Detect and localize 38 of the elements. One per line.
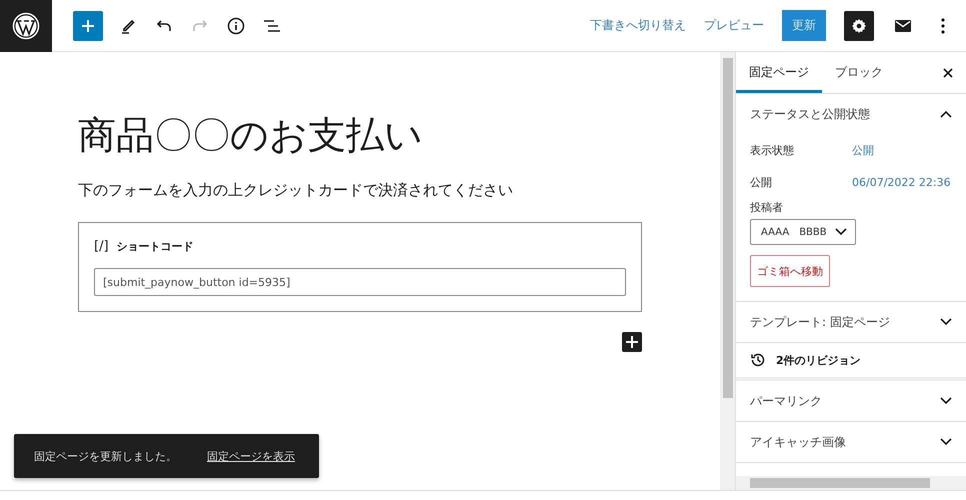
logo-tile[interactable] — [0, 0, 52, 52]
snackbar-message: 固定ページを更新しました。 — [34, 448, 177, 464]
field-label: 公開 — [750, 174, 773, 190]
plus-icon — [81, 18, 95, 32]
chevron-up-icon — [940, 110, 952, 118]
trash-button[interactable]: ゴミ箱へ移動 — [750, 255, 830, 287]
author-label: 投稿者 — [750, 200, 784, 215]
add-block-button[interactable] — [622, 332, 642, 352]
chevron-down-icon — [835, 228, 847, 236]
toolbar-link[interactable]: 下書きへ切り替え — [590, 17, 686, 34]
sidebar-tab[interactable]: 固定ページ — [736, 52, 822, 93]
panel-header[interactable]: パーマリンク — [736, 381, 966, 421]
page-title[interactable]: 商品〇〇のお支払い — [78, 110, 642, 161]
panel-header[interactable]: アイキャッチ画像 — [736, 422, 966, 462]
toolbar-link[interactable]: プレビュー — [704, 17, 764, 34]
paragraph-text[interactable]: 下のフォームを入力の上クレジットカードで決済されてください — [78, 181, 642, 200]
shortcode-input[interactable]: [submit_paynow_button id=5935] — [94, 268, 626, 296]
revisions-link[interactable]: 2件のリビジョン — [736, 343, 966, 381]
author-select[interactable]: AAAA BBBB — [750, 219, 856, 245]
shortcode-icon: [/] — [94, 239, 109, 254]
gear-icon — [851, 18, 867, 34]
block-label: ショートコード — [116, 239, 194, 254]
sidebar-tab[interactable]: ブロック — [822, 52, 896, 93]
scrollbar[interactable] — [736, 476, 966, 490]
chevron-down-icon — [940, 397, 952, 405]
field-value-link[interactable]: 06/07/2022 22:36 — [852, 176, 951, 188]
history-icon — [750, 352, 766, 368]
field-label: 表示状態 — [750, 142, 795, 158]
panel-header[interactable]: ステータスと公開状態 — [736, 94, 966, 134]
chevron-down-icon — [940, 438, 952, 446]
chevron-down-icon — [940, 318, 952, 326]
wordpress-logo-icon — [12, 12, 40, 40]
scrollbar[interactable] — [720, 52, 735, 490]
field-value-link[interactable]: 公開 — [852, 142, 874, 158]
plus-icon — [626, 336, 638, 348]
view-page-link[interactable]: 固定ページを表示 — [207, 448, 295, 464]
panel-header[interactable]: テンプレート: 固定ページ — [736, 302, 966, 342]
settings-button[interactable] — [844, 10, 874, 40]
